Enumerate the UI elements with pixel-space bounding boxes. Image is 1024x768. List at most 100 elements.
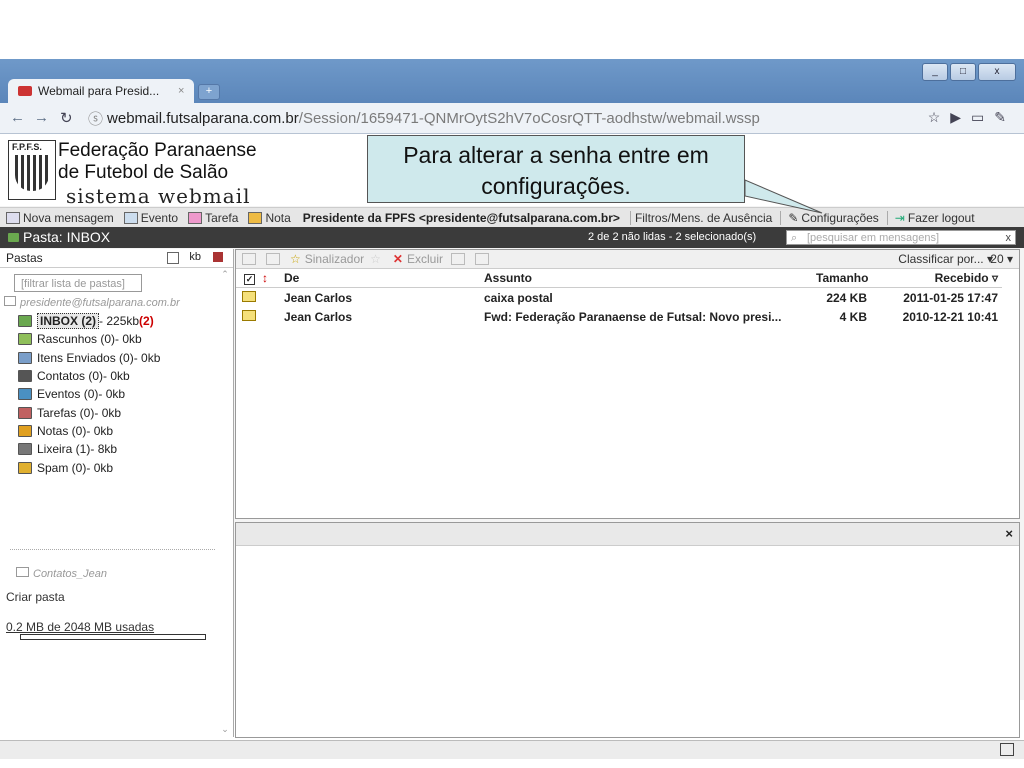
folder-name: Spam (0)	[37, 460, 87, 475]
note-button[interactable]: Nota	[242, 211, 291, 225]
fpfs-logo: F.P.F.S.	[8, 140, 56, 200]
unread-status: 2 de 2 não lidas - 2 selecionado(s)	[588, 231, 757, 243]
minimize-button[interactable]: _	[922, 63, 948, 81]
scroll-down-icon[interactable]: ⌄	[219, 724, 231, 735]
task-icon	[188, 211, 203, 224]
status-bar	[0, 740, 1024, 759]
folder-events[interactable]: Eventos (0) - 0kb	[18, 385, 160, 403]
column-from[interactable]: De	[283, 269, 483, 288]
settings-button[interactable]: ✎ Configurações	[785, 211, 878, 225]
folder-notes[interactable]: Notas (0) - 0kb	[18, 422, 160, 440]
star-icon[interactable]: ☆	[370, 252, 381, 266]
callout-line-2: configurações.	[481, 173, 631, 199]
note-icon	[18, 424, 32, 437]
folder-trash[interactable]: Lixeira (1) - 8kb	[18, 440, 160, 458]
folder-size: - 225kb	[99, 314, 140, 329]
page-info-icon[interactable]: ⓢ	[88, 108, 103, 129]
logout-icon: ⇥	[894, 210, 905, 225]
print-icon[interactable]	[242, 253, 256, 265]
folder-filter-input[interactable]: [filtrar lista de pastas]	[14, 274, 142, 292]
event-button[interactable]: Evento	[118, 211, 178, 225]
size-icon[interactable]	[167, 252, 179, 264]
message-row[interactable]: Jean Carlos Fwd: Federação Paranaense de…	[236, 307, 1002, 326]
sort-dropdown[interactable]: Classificar por... ▾	[898, 252, 993, 266]
maximize-button[interactable]: □	[950, 63, 976, 81]
menu-label: Evento	[140, 210, 179, 225]
browser-tools-icons[interactable]: ☆▶▭✎	[928, 109, 1016, 126]
folder-size: - 0kb	[115, 332, 142, 347]
reply-icon[interactable]	[450, 253, 465, 265]
column-size[interactable]: Tamanho	[815, 269, 887, 288]
select-all-checkbox[interactable]: ✓	[244, 274, 255, 285]
account-node[interactable]: presidente@futsalparana.com.br	[4, 296, 180, 309]
new-message-button[interactable]: Nova mensagem	[0, 211, 114, 225]
forward-icon[interactable]	[474, 253, 489, 265]
message-search-input[interactable]: ⌕ [pesquisar em mensagens] x	[786, 230, 1016, 245]
search-placeholder: [pesquisar em mensagens]	[807, 232, 940, 244]
folder-title-text: Pasta: INBOX	[23, 229, 111, 245]
scroll-up-icon[interactable]: ⌃	[219, 269, 231, 280]
folder-sent[interactable]: Itens Enviados (0) - 0kb	[18, 349, 160, 367]
folder-name: Lixeira (1)	[37, 442, 91, 457]
brand-line-2: de Futebol de Salão	[58, 162, 229, 183]
back-arrow-icon[interactable]: ←	[10, 109, 25, 126]
delete-icon: ✕	[392, 252, 403, 266]
forward-arrow-icon[interactable]: →	[34, 109, 49, 126]
folder-scrollbar[interactable]: ⌃ ⌄	[219, 269, 231, 735]
spam-icon	[18, 461, 32, 474]
folder-tasks[interactable]: Tarefas (0) - 0kb	[18, 403, 160, 421]
tab-close-icon[interactable]: ×	[178, 85, 194, 97]
folder-size: - 0kb	[103, 369, 130, 384]
folder-size: - 0kb	[98, 387, 126, 402]
folder-contacts[interactable]: Contatos (0) - 0kb	[18, 367, 160, 385]
column-received-label: Recebido	[934, 271, 989, 285]
message-from: Jean Carlos	[284, 290, 353, 305]
menu-bar: Nova mensagem Evento Tarefa Nota Preside…	[0, 207, 1024, 228]
create-folder-link[interactable]: Criar pasta	[6, 590, 65, 604]
shield-icon	[15, 155, 49, 191]
new-tab-button[interactable]: +	[198, 84, 220, 100]
message-row[interactable]: Jean Carlos caixa postal 224 KB 2011-01-…	[236, 288, 1002, 308]
delete-button[interactable]: Excluir	[407, 252, 443, 266]
title-bar: Webmail para Presid... × + _ □ x	[0, 59, 1024, 103]
priority-column-icon[interactable]: ↕	[261, 269, 283, 288]
flag-button[interactable]: Sinalizador	[305, 252, 364, 266]
message-size: 224 KB	[826, 290, 867, 305]
close-preview-icon[interactable]: ×	[1005, 526, 1013, 541]
folder-title: Pasta: INBOX	[8, 229, 110, 245]
folder-name: Eventos (0)	[37, 387, 99, 402]
folder-pane: Pastas kb [filtrar lista de pastas] pres…	[0, 249, 234, 737]
separator	[780, 210, 782, 225]
kb-toggle[interactable]: kb	[189, 251, 201, 263]
message-table: ✓ ↕ De Assunto Tamanho Recebido ▿ Jean C…	[236, 269, 1002, 326]
page-size-dropdown[interactable]: 20 ▾	[990, 252, 1013, 266]
column-received[interactable]: Recebido ▿	[887, 269, 1002, 288]
layout-toggle-icon[interactable]	[1000, 743, 1014, 756]
folder-spam[interactable]: Spam (0) - 0kb	[18, 458, 160, 476]
column-subject[interactable]: Assunto	[483, 269, 815, 288]
clear-search-icon[interactable]: x	[1006, 231, 1012, 246]
message-subject: Fwd: Federação Paranaense de Futsal: Nov…	[484, 309, 782, 324]
message-size: 4 KB	[839, 309, 867, 324]
close-window-button[interactable]: x	[978, 63, 1016, 81]
filters-button[interactable]: Filtros/Mens. de Ausência	[635, 211, 772, 225]
mark-read-icon[interactable]	[266, 253, 280, 265]
folder-name: Contatos (0)	[37, 369, 104, 384]
folder-inbox[interactable]: INBOX (2) - 225kb (2)	[18, 312, 160, 330]
message-from: Jean Carlos	[284, 309, 353, 324]
browser-tab[interactable]: Webmail para Presid... ×	[8, 79, 194, 103]
task-button[interactable]: Tarefa	[182, 211, 238, 225]
folder-name: Tarefas (0)	[37, 405, 95, 420]
folder-list: INBOX (2) - 225kb (2) Rascunhos (0) - 0k…	[18, 312, 160, 477]
menu-label: Fazer logout	[907, 210, 975, 225]
logout-button[interactable]: ⇥ Fazer logout	[892, 211, 975, 225]
delete-folder-icon[interactable]	[213, 252, 223, 262]
contacts-icon	[18, 370, 32, 383]
contacts-folder[interactable]: Contatos_Jean	[16, 567, 107, 580]
message-scrollbar[interactable]	[1004, 286, 1018, 516]
reload-icon[interactable]: ↻	[60, 109, 73, 127]
address-bar[interactable]: ⓢ webmail.futsalparana.com.br/Session/16…	[88, 107, 1018, 129]
callout-annotation: Para alterar a senha entre em configuraç…	[367, 135, 745, 203]
page-size-value: 20	[990, 252, 1004, 266]
folder-drafts[interactable]: Rascunhos (0) - 0kb	[18, 330, 160, 348]
